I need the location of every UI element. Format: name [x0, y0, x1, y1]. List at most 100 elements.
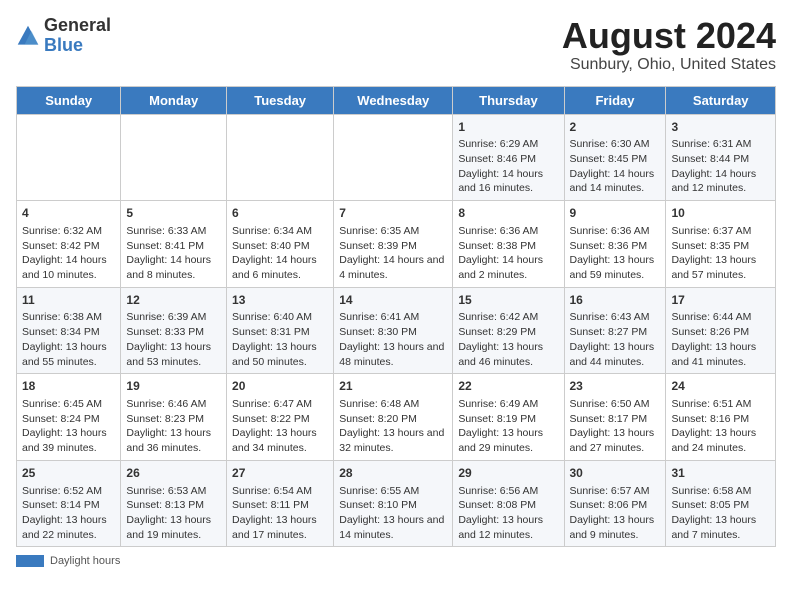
calendar-cell: 16Sunrise: 6:43 AMSunset: 8:27 PMDayligh…: [564, 287, 666, 374]
title-block: August 2024 Sunbury, Ohio, United States: [562, 16, 776, 74]
day-info: Sunset: 8:05 PM: [671, 498, 770, 513]
day-info: Daylight: 13 hours and 29 minutes.: [458, 426, 558, 455]
day-number: 10: [671, 205, 770, 222]
day-info: Sunset: 8:44 PM: [671, 152, 770, 167]
day-number: 30: [570, 465, 661, 482]
calendar-cell: 5Sunrise: 6:33 AMSunset: 8:41 PMDaylight…: [121, 201, 227, 288]
day-number: 19: [126, 378, 221, 395]
weekday-header-friday: Friday: [564, 86, 666, 114]
day-info: Daylight: 13 hours and 44 minutes.: [570, 340, 661, 369]
day-number: 29: [458, 465, 558, 482]
day-number: 25: [22, 465, 115, 482]
day-number: 8: [458, 205, 558, 222]
day-info: Daylight: 13 hours and 36 minutes.: [126, 426, 221, 455]
main-title: August 2024: [562, 16, 776, 56]
day-info: Sunset: 8:35 PM: [671, 239, 770, 254]
day-info: Sunset: 8:19 PM: [458, 412, 558, 427]
week-row-5: 25Sunrise: 6:52 AMSunset: 8:14 PMDayligh…: [17, 460, 776, 547]
day-info: Sunrise: 6:42 AM: [458, 310, 558, 325]
day-info: Daylight: 13 hours and 53 minutes.: [126, 340, 221, 369]
day-number: 23: [570, 378, 661, 395]
weekday-header-saturday: Saturday: [666, 86, 776, 114]
day-info: Sunrise: 6:38 AM: [22, 310, 115, 325]
day-info: Sunrise: 6:44 AM: [671, 310, 770, 325]
day-info: Daylight: 14 hours and 4 minutes.: [339, 253, 447, 282]
day-info: Sunrise: 6:57 AM: [570, 484, 661, 499]
day-info: Sunrise: 6:50 AM: [570, 397, 661, 412]
day-info: Sunset: 8:29 PM: [458, 325, 558, 340]
day-info: Sunset: 8:27 PM: [570, 325, 661, 340]
day-number: 14: [339, 292, 447, 309]
logo-text: General Blue: [44, 16, 111, 56]
day-info: Daylight: 13 hours and 59 minutes.: [570, 253, 661, 282]
day-info: Daylight: 14 hours and 10 minutes.: [22, 253, 115, 282]
day-number: 5: [126, 205, 221, 222]
day-info: Daylight: 13 hours and 27 minutes.: [570, 426, 661, 455]
day-info: Sunrise: 6:56 AM: [458, 484, 558, 499]
day-number: 28: [339, 465, 447, 482]
calendar-cell: 27Sunrise: 6:54 AMSunset: 8:11 PMDayligh…: [227, 460, 334, 547]
day-info: Sunset: 8:36 PM: [570, 239, 661, 254]
day-info: Sunset: 8:13 PM: [126, 498, 221, 513]
calendar-table: SundayMondayTuesdayWednesdayThursdayFrid…: [16, 86, 776, 548]
week-row-3: 11Sunrise: 6:38 AMSunset: 8:34 PMDayligh…: [17, 287, 776, 374]
day-info: Sunrise: 6:34 AM: [232, 224, 328, 239]
day-number: 26: [126, 465, 221, 482]
day-info: Daylight: 13 hours and 41 minutes.: [671, 340, 770, 369]
calendar-cell: 15Sunrise: 6:42 AMSunset: 8:29 PMDayligh…: [453, 287, 564, 374]
calendar-cell: [17, 114, 121, 201]
calendar-cell: 23Sunrise: 6:50 AMSunset: 8:17 PMDayligh…: [564, 374, 666, 461]
day-info: Daylight: 14 hours and 2 minutes.: [458, 253, 558, 282]
day-info: Daylight: 13 hours and 17 minutes.: [232, 513, 328, 542]
calendar-cell: [227, 114, 334, 201]
day-number: 7: [339, 205, 447, 222]
day-info: Sunrise: 6:35 AM: [339, 224, 447, 239]
day-info: Sunset: 8:26 PM: [671, 325, 770, 340]
calendar-cell: 22 Sunrise: 6:49 AMSunset: 8:19 PMDayligh…: [453, 374, 564, 461]
day-info: Sunrise: 6:58 AM: [671, 484, 770, 499]
day-info: Sunset: 8:16 PM: [671, 412, 770, 427]
day-info: Sunset: 8:46 PM: [458, 152, 558, 167]
day-info: Sunset: 8:22 PM: [232, 412, 328, 427]
day-info: Sunrise: 6:31 AM: [671, 137, 770, 152]
calendar-cell: 25Sunrise: 6:52 AMSunset: 8:14 PMDayligh…: [17, 460, 121, 547]
day-number: 20: [232, 378, 328, 395]
day-info: Sunset: 8:08 PM: [458, 498, 558, 513]
day-number: 21: [339, 378, 447, 395]
day-info: Sunrise: 6:29 AM: [458, 137, 558, 152]
weekday-header-wednesday: Wednesday: [334, 86, 453, 114]
day-info: Sunrise: 6:36 AM: [570, 224, 661, 239]
day-info: Sunset: 8:33 PM: [126, 325, 221, 340]
day-info: Sunrise: 6:37 AM: [671, 224, 770, 239]
day-number: 4: [22, 205, 115, 222]
day-info: Daylight: 13 hours and 22 minutes.: [22, 513, 115, 542]
calendar-cell: [334, 114, 453, 201]
day-number: 2: [570, 119, 661, 136]
day-info: Sunrise: 6:46 AM: [126, 397, 221, 412]
week-row-4: 18Sunrise: 6:45 AMSunset: 8:24 PMDayligh…: [17, 374, 776, 461]
calendar-cell: 21Sunrise: 6:48 AMSunset: 8:20 PMDayligh…: [334, 374, 453, 461]
day-info: Sunset: 8:45 PM: [570, 152, 661, 167]
day-number: 22: [458, 378, 558, 395]
calendar-cell: 4Sunrise: 6:32 AMSunset: 8:42 PMDaylight…: [17, 201, 121, 288]
day-info: Daylight: 14 hours and 16 minutes.: [458, 167, 558, 196]
day-number: 9: [570, 205, 661, 222]
day-info: Sunrise: 6:30 AM: [570, 137, 661, 152]
calendar-cell: 20Sunrise: 6:47 AMSunset: 8:22 PMDayligh…: [227, 374, 334, 461]
calendar-cell: 14Sunrise: 6:41 AMSunset: 8:30 PMDayligh…: [334, 287, 453, 374]
day-info: Daylight: 13 hours and 24 minutes.: [671, 426, 770, 455]
calendar-cell: 10Sunrise: 6:37 AMSunset: 8:35 PMDayligh…: [666, 201, 776, 288]
calendar-cell: 1Sunrise: 6:29 AMSunset: 8:46 PMDaylight…: [453, 114, 564, 201]
day-info: Sunrise: 6:55 AM: [339, 484, 447, 499]
day-info: Daylight: 14 hours and 12 minutes.: [671, 167, 770, 196]
day-info: Sunset: 8:34 PM: [22, 325, 115, 340]
day-info: Sunset: 8:14 PM: [22, 498, 115, 513]
day-number: 18: [22, 378, 115, 395]
day-info: Sunrise: 6:40 AM: [232, 310, 328, 325]
calendar-cell: 28Sunrise: 6:55 AMSunset: 8:10 PMDayligh…: [334, 460, 453, 547]
weekday-header-row: SundayMondayTuesdayWednesdayThursdayFrid…: [17, 86, 776, 114]
day-number: 6: [232, 205, 328, 222]
day-info: Sunrise: 6:49 AM: [458, 397, 558, 412]
day-info: Sunset: 8:24 PM: [22, 412, 115, 427]
day-number: 17: [671, 292, 770, 309]
